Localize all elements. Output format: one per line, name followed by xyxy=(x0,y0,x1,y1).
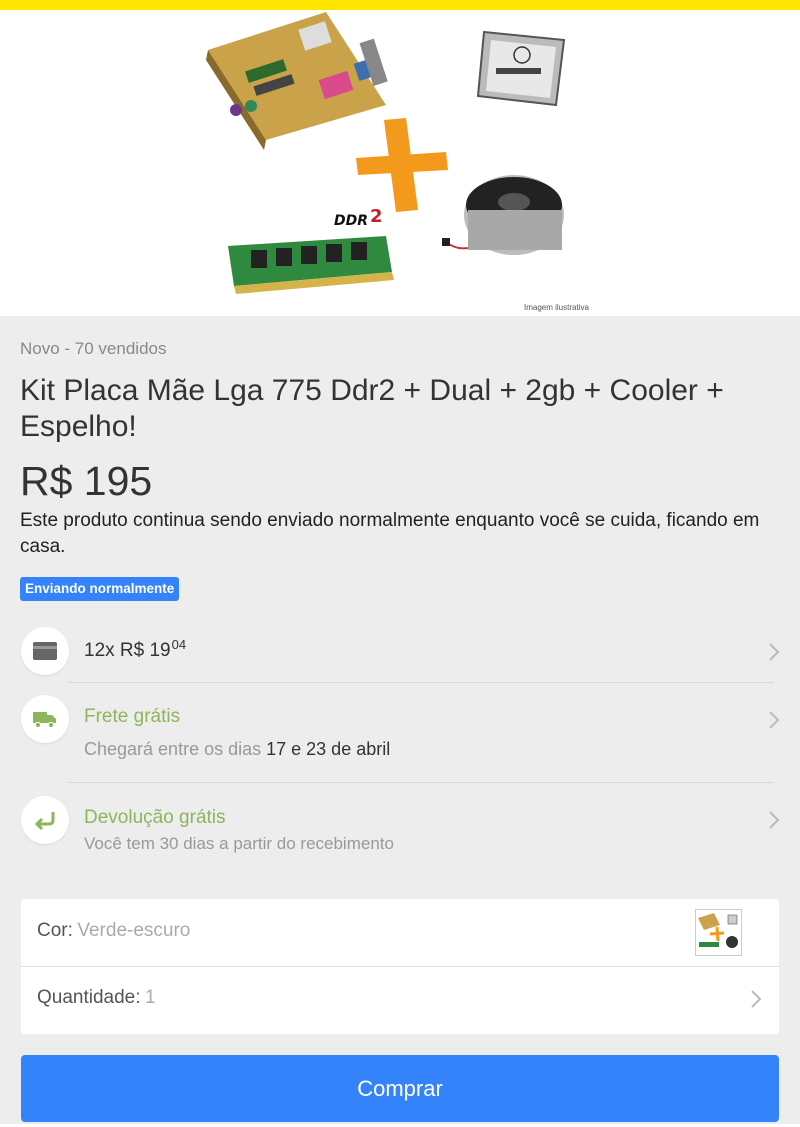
returns-subtitle: Você tem 30 dias a partir do recebimento xyxy=(84,834,394,853)
shipping-eta-prefix: Chegará entre os dias xyxy=(84,739,262,759)
product-image: DDR 2 xyxy=(206,12,566,294)
truck-icon xyxy=(21,695,69,743)
quantity-value: 1 xyxy=(144,987,156,1008)
returns-row[interactable]: Devolução grátis Você tem 30 dias a part… xyxy=(0,783,800,863)
options-card: Cor: Verde-escuro Quantidade: 1 xyxy=(21,899,779,1034)
shipping-notice: Este produto continua sendo enviado norm… xyxy=(20,510,760,557)
shipping-eta-dates: 17 e 23 de abril xyxy=(266,739,391,759)
image-caption: Imagem ilustrativa xyxy=(524,303,589,312)
color-thumbnail[interactable] xyxy=(695,909,742,956)
installments-text: 12x R$ 1904 xyxy=(84,637,186,662)
quantity-label: Quantidade: xyxy=(37,987,141,1008)
product-image-area[interactable]: DDR 2 Imagem ilustrativa xyxy=(0,10,800,316)
chevron-right-icon xyxy=(769,811,780,829)
product-title: Kit Placa Mãe Lga 775 Ddr2 + Dual + 2gb … xyxy=(20,374,724,443)
shipping-eta: Chegará entre os dias 17 e 23 de abril xyxy=(84,739,390,760)
svg-text:DDR: DDR xyxy=(334,213,368,229)
return-arrow-icon xyxy=(21,796,69,844)
quantity-selector[interactable]: Quantidade: 1 xyxy=(21,967,779,1034)
cooler-illustration xyxy=(442,175,564,255)
product-price: R$ 195 xyxy=(20,458,153,504)
plus-sign-illustration xyxy=(356,118,448,212)
chevron-right-icon xyxy=(751,990,762,1008)
color-label: Cor: xyxy=(37,920,73,941)
buy-button[interactable]: Comprar xyxy=(21,1055,779,1122)
color-option: Cor: Verde-escuro xyxy=(37,920,190,942)
returns-title: Devolução grátis xyxy=(84,807,226,828)
quantity-option: Quantidade: 1 xyxy=(37,987,156,1009)
cpu-illustration xyxy=(476,30,566,107)
motherboard-illustration xyxy=(206,12,388,150)
color-value: Verde-escuro xyxy=(77,920,191,941)
installments-row[interactable]: 12x R$ 1904 xyxy=(0,620,800,682)
product-condition: Novo - 70 vendidos xyxy=(20,339,167,358)
chevron-right-icon xyxy=(769,643,780,661)
ram-illustration: DDR 2 xyxy=(228,206,394,294)
shipping-row[interactable]: Frete grátis Chegará entre os dias 17 e … xyxy=(0,683,800,782)
status-badge: Enviando normalmente xyxy=(20,577,180,601)
color-selector[interactable]: Cor: Verde-escuro xyxy=(21,899,779,966)
shipping-title: Frete grátis xyxy=(84,706,181,727)
chevron-right-icon xyxy=(769,711,780,729)
top-accent-bar xyxy=(0,0,800,10)
svg-text:2: 2 xyxy=(370,206,383,227)
installments-cents: 04 xyxy=(171,637,187,652)
credit-card-icon xyxy=(21,627,69,675)
installments-amount: 12x R$ 19 xyxy=(84,640,171,661)
